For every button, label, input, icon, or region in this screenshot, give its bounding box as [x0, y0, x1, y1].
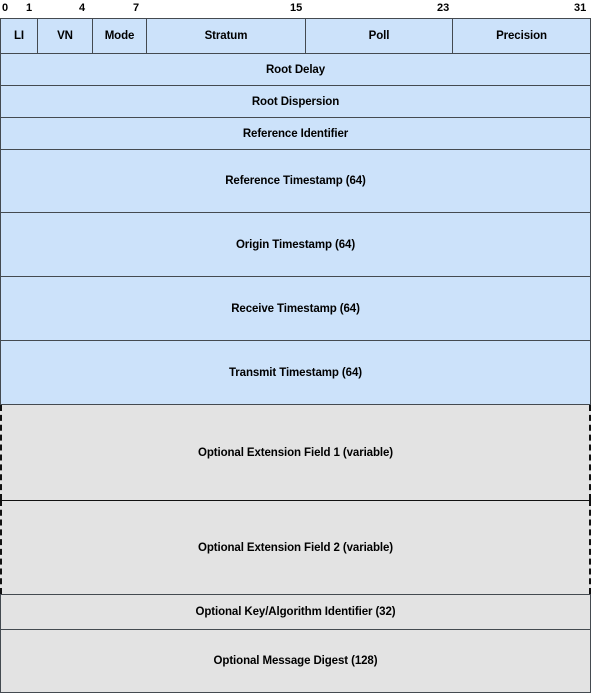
field-vn-label: VN	[57, 30, 73, 42]
bitfield-row: LI VN Mode Stratum Poll Precision	[0, 18, 591, 54]
reference-identifier-row: Reference Identifier	[0, 118, 591, 150]
reference-timestamp-row: Reference Timestamp (64)	[0, 150, 591, 213]
field-optional-extension-1: Optional Extension Field 1 (variable)	[2, 405, 589, 500]
field-poll-label: Poll	[368, 30, 390, 42]
bit-tick-23: 23	[437, 2, 450, 14]
field-li-label: LI	[13, 30, 25, 42]
bit-ruler: 0 1 4 7 15 23 31	[0, 0, 591, 18]
optional-extension-field-1-row: Optional Extension Field 1 (variable)	[0, 405, 591, 500]
field-optional-extension-1-label: Optional Extension Field 1 (variable)	[197, 446, 394, 459]
field-precision-label: Precision	[496, 30, 547, 42]
bit-tick-7: 7	[133, 2, 140, 14]
bit-tick-1: 1	[26, 2, 33, 14]
ntp-packet-diagram: 0 1 4 7 15 23 31 LI VN Mode Stratum Poll…	[0, 0, 591, 694]
field-receive-timestamp-label: Receive Timestamp (64)	[231, 302, 360, 315]
field-transmit-timestamp-label: Transmit Timestamp (64)	[229, 366, 362, 379]
field-stratum: Stratum	[147, 19, 306, 53]
receive-timestamp-row: Receive Timestamp (64)	[0, 277, 591, 341]
field-root-dispersion: Root Dispersion	[1, 86, 590, 117]
root-delay-row: Root Delay	[0, 54, 591, 86]
transmit-timestamp-row: Transmit Timestamp (64)	[0, 341, 591, 405]
field-origin-timestamp-label: Origin Timestamp (64)	[235, 238, 356, 251]
field-optional-key-algorithm-identifier: Optional Key/Algorithm Identifier (32)	[1, 595, 590, 629]
field-vn: VN	[38, 19, 93, 53]
field-root-delay: Root Delay	[1, 54, 590, 85]
field-optional-extension-2: Optional Extension Field 2 (variable)	[2, 501, 589, 594]
field-mode: Mode	[93, 19, 147, 53]
bit-tick-15: 15	[290, 2, 303, 14]
optional-key-algorithm-identifier-row: Optional Key/Algorithm Identifier (32)	[0, 594, 591, 630]
bit-tick-4: 4	[79, 2, 86, 14]
field-reference-timestamp: Reference Timestamp (64)	[1, 150, 590, 212]
origin-timestamp-row: Origin Timestamp (64)	[0, 213, 591, 277]
field-root-delay-label: Root Delay	[265, 63, 326, 76]
field-reference-timestamp-label: Reference Timestamp (64)	[225, 175, 366, 187]
bit-tick-0: 0	[2, 2, 9, 14]
root-dispersion-row: Root Dispersion	[0, 86, 591, 118]
optional-extension-field-2-row: Optional Extension Field 2 (variable)	[0, 500, 591, 594]
field-optional-message-digest-label: Optional Message Digest (128)	[213, 655, 378, 667]
field-poll: Poll	[306, 19, 453, 53]
field-root-dispersion-label: Root Dispersion	[251, 95, 340, 108]
field-receive-timestamp: Receive Timestamp (64)	[1, 277, 590, 340]
bit-tick-31: 31	[574, 2, 587, 14]
field-li: LI	[1, 19, 38, 53]
field-optional-key-algorithm-identifier-label: Optional Key/Algorithm Identifier (32)	[195, 606, 396, 618]
field-reference-identifier-label: Reference Identifier	[242, 127, 349, 140]
field-precision: Precision	[453, 19, 590, 53]
field-reference-identifier: Reference Identifier	[1, 118, 590, 149]
field-origin-timestamp: Origin Timestamp (64)	[1, 213, 590, 276]
field-optional-message-digest: Optional Message Digest (128)	[1, 630, 590, 692]
field-mode-label: Mode	[104, 30, 135, 42]
field-stratum-label: Stratum	[204, 30, 248, 42]
field-transmit-timestamp: Transmit Timestamp (64)	[1, 341, 590, 404]
optional-message-digest-row: Optional Message Digest (128)	[0, 630, 591, 693]
field-optional-extension-2-label: Optional Extension Field 2 (variable)	[197, 541, 394, 554]
